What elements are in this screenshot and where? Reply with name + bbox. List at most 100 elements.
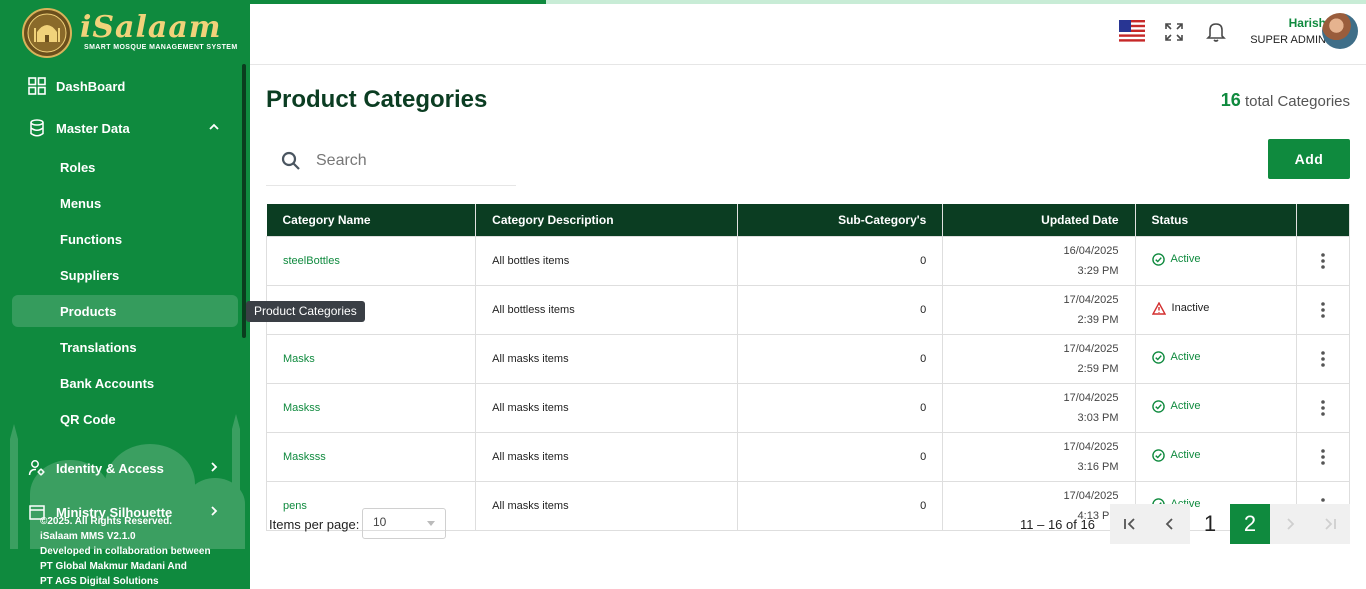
footer-line: ©2025. All Rights Reserved. [40,516,173,527]
search-input[interactable] [316,148,506,174]
column-header-status[interactable]: Status [1135,204,1297,236]
next-page-button[interactable] [1270,504,1310,544]
sidebar-subitem-label: Suppliers [60,268,120,283]
check-circle-icon [1151,350,1165,364]
cell-sub-category-count: 0 [737,431,944,482]
footer-line: Developed in collaboration between [40,546,211,557]
chevron-right-icon [211,462,218,472]
sidebar-footer: ©2025. All Rights Reserved. iSalaam MMS … [40,514,211,589]
footer-line: PT Global Makmur Madani And [40,561,187,572]
updated-date: 17/04/2025 [1063,489,1119,502]
search-icon [281,151,300,170]
user-gear-icon [28,460,45,476]
cell-status: Active [1134,333,1297,384]
more-options-icon[interactable] [1313,447,1333,467]
cell-category-name[interactable]: steelBottles [265,235,477,286]
status-text: Active [1170,253,1201,265]
sidebar-subitem-label: Roles [60,160,96,175]
top-header: Harish SUPER ADMIN [250,4,1366,65]
sidebar-scrollbar[interactable] [242,64,246,338]
chevron-up-icon [209,123,219,130]
sidebar-subitem-label: Functions [60,232,123,247]
warning-triangle-icon [1151,301,1166,315]
status-text: Active [1170,449,1201,461]
add-button[interactable]: Add [1268,139,1350,179]
cell-updated-date: 17/04/2025 2:39 PM [942,284,1136,335]
sidebar-subitem-bank-accounts[interactable]: Bank Accounts [12,367,238,399]
column-header-sub-categories[interactable]: Sub-Category's [737,204,944,236]
sidebar: iSalaam SMART MOSQUE MANAGEMENT SYSTEM D… [0,0,250,589]
sidebar-subitem-products[interactable]: Products [12,295,238,327]
status-text: Inactive [1171,302,1210,314]
page-button-1[interactable]: 1 [1190,504,1230,544]
page-title: Product Categories [266,86,488,113]
status-badge: Active [1151,252,1201,266]
fullscreen-expand-icon[interactable] [1164,22,1184,42]
sidebar-item-identity-access[interactable]: Identity & Access [12,452,238,484]
brand-tagline: SMART MOSQUE MANAGEMENT SYSTEM [84,44,238,51]
cell-actions [1295,284,1351,335]
last-page-button[interactable] [1310,504,1350,544]
chevron-left-icon [1165,518,1173,530]
search-box [266,138,516,186]
cell-sub-category-count: 0 [737,235,944,286]
table-row[interactable]: plasticBottlessAll bottless items017/04/… [265,284,1351,335]
sidebar-subitem-menus[interactable]: Menus [12,187,238,219]
sidebar-subitem-qr-code[interactable]: QR Code [12,403,238,435]
more-options-icon[interactable] [1313,300,1333,320]
sidebar-subitem-label: Translations [60,340,137,355]
table-row[interactable]: Masksss All masks items 0 17/04/2025 3:16 PM… [265,431,1351,482]
check-circle-icon [1151,448,1165,462]
brand-logo[interactable]: iSalaam SMART MOSQUE MANAGEMENT SYSTEM [22,8,237,58]
items-per-page-select[interactable]: 10 [362,508,446,539]
sidebar-subitem-label: QR Code [60,412,116,427]
cell-updated-date: 17/04/2025 3:16 PM [942,431,1136,482]
sidebar-subitem-roles[interactable]: Roles [12,151,238,183]
column-header-category-name[interactable]: Category Name [266,204,477,236]
updated-date: 17/04/2025 [1063,342,1119,355]
avatar[interactable] [1322,13,1358,49]
cell-status: Inactive [1134,284,1297,335]
more-options-icon[interactable] [1313,398,1333,418]
table-row[interactable]: Masks All masks items 0 17/04/2025 2:59 PM Ac… [265,333,1351,384]
updated-date: 17/04/2025 [1063,293,1119,306]
page-button-2[interactable]: 2 [1230,504,1270,544]
top-progress-bar [0,0,1366,4]
table-row[interactable]: Maskss All masks items 0 17/04/2025 3:03 PM A… [265,382,1351,433]
cell-actions [1295,235,1351,286]
cell-category-name[interactable]: Masks [265,333,477,384]
cell-sub-category-count: 0 [737,480,944,531]
last-page-icon [1325,518,1336,530]
column-header-updated-date[interactable]: Updated Date [942,204,1136,236]
status-badge: Active [1151,350,1201,364]
status-badge: Active [1151,448,1201,462]
sidebar-item-master-data[interactable]: Master Data [12,112,238,144]
first-page-button[interactable] [1110,504,1150,544]
sidebar-subitem-suppliers[interactable]: Suppliers [12,259,238,291]
notification-bell-icon[interactable] [1206,21,1226,43]
status-badge: Inactive [1151,301,1210,315]
table-row[interactable]: steelBottles All bottles items 0 16/04/2025… [265,235,1351,286]
sidebar-item-dashboard[interactable]: DashBoard [12,70,238,102]
cell-category-name[interactable]: Masksss [265,431,477,482]
sidebar-subitem-translations[interactable]: Translations [12,331,238,363]
sidebar-subitem-functions[interactable]: Functions [12,223,238,255]
cell-updated-date: 16/04/2025 3:29 PM [942,235,1136,286]
cell-actions [1295,333,1351,384]
status-text: Active [1170,351,1201,363]
footer-line: PT AGS Digital Solutions [40,576,159,587]
previous-page-button[interactable] [1150,504,1190,544]
database-icon [30,119,44,137]
total-count: 16 [1220,90,1241,110]
more-options-icon[interactable] [1313,251,1333,271]
column-header-category-description[interactable]: Category Description [475,204,739,236]
us-flag-icon[interactable] [1119,20,1145,44]
first-page-icon [1124,518,1135,530]
more-options-icon[interactable] [1313,349,1333,369]
cell-category-description: All bottles items [475,235,739,286]
cell-actions [1295,382,1351,433]
status-badge: Active [1151,399,1200,413]
cell-actions [1295,431,1351,482]
cell-sub-category-count: 0 [737,382,944,433]
cell-category-name[interactable]: Maskss [265,382,477,433]
